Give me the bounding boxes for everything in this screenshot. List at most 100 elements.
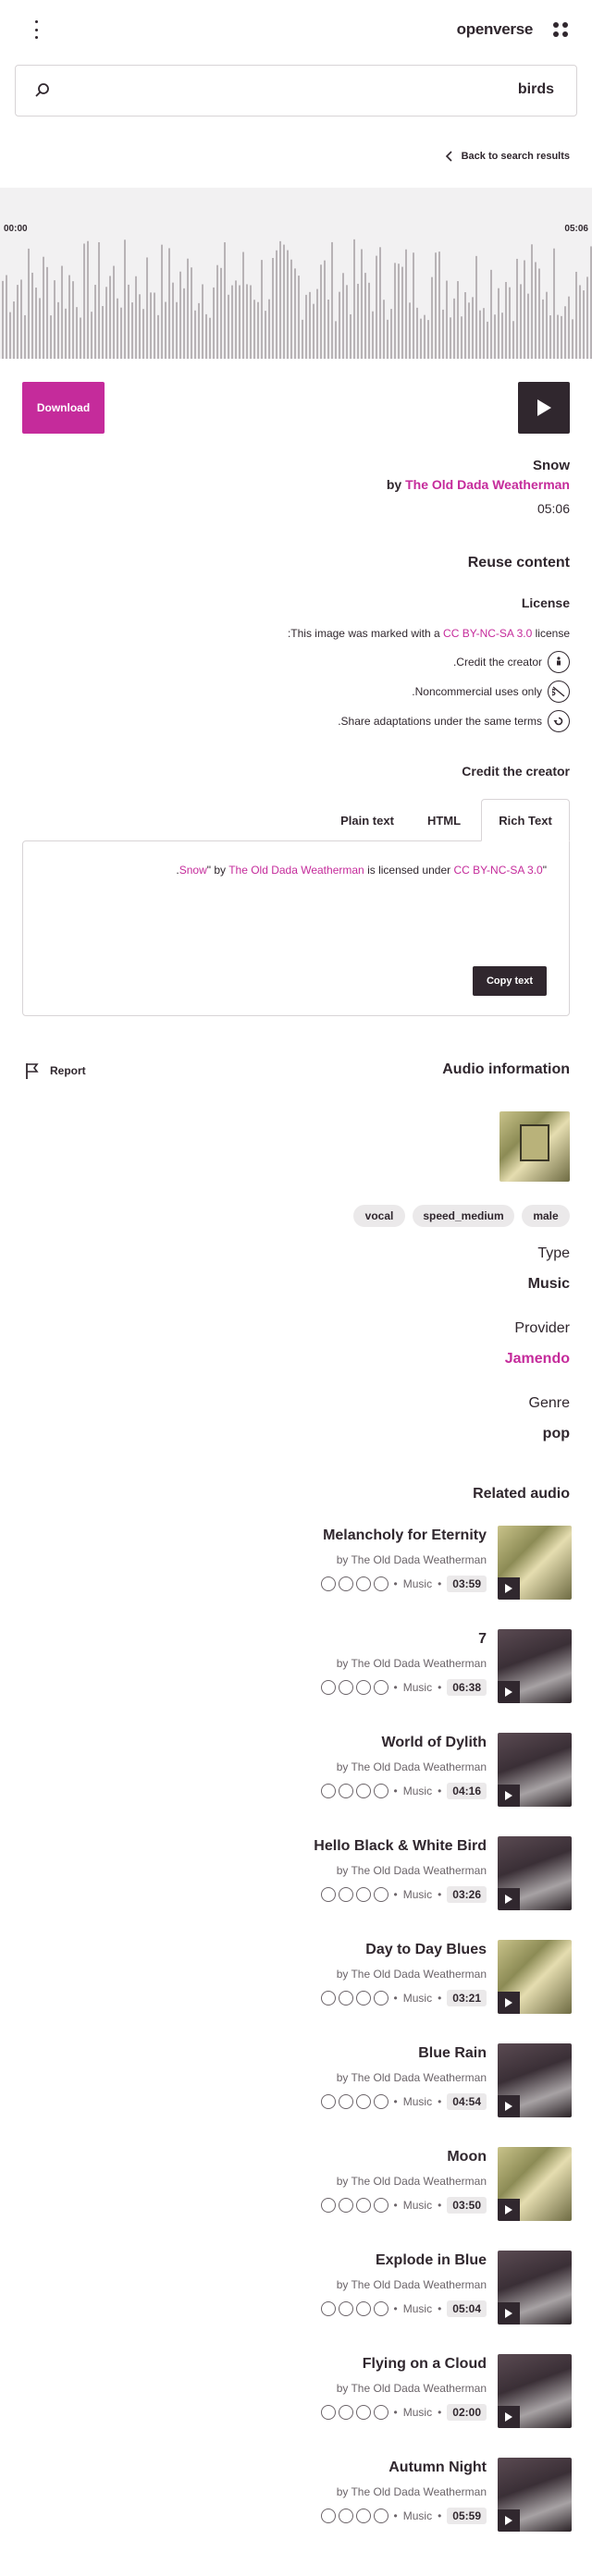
by-icon xyxy=(355,1991,371,2006)
waveform-bar xyxy=(131,302,133,359)
related-play-button[interactable] xyxy=(498,1681,520,1703)
waveform-bar xyxy=(438,251,440,359)
license-link[interactable]: CC BY-NC-SA 3.0 xyxy=(443,627,532,640)
credit-panel: " Snow" by The Old Dada Weatherman is lic… xyxy=(22,840,570,1016)
credit-license-link[interactable]: CC BY-NC-SA 3.0 xyxy=(453,864,542,877)
related-title[interactable]: Moon xyxy=(447,2149,487,2165)
provider-label: Provider xyxy=(514,1320,570,1336)
tag-vocal[interactable]: vocal xyxy=(353,1205,405,1227)
waveform-bar xyxy=(235,280,237,359)
provider-link[interactable]: Jamendo xyxy=(505,1351,570,1368)
related-audio-item[interactable]: Melancholy for Eternity by The Old Dada W… xyxy=(305,1526,572,1600)
search-icon[interactable] xyxy=(34,82,51,104)
condition-by: Credit the creator. xyxy=(453,651,570,673)
related-thumbnail xyxy=(498,2043,572,2117)
separator: • xyxy=(438,2302,442,2315)
credit-artist-link[interactable]: The Old Dada Weatherman xyxy=(228,864,364,877)
waveform-bar xyxy=(313,303,314,359)
related-title[interactable]: Autumn Night xyxy=(388,2459,487,2476)
related-audio-item[interactable]: Moon by The Old Dada Weatherman • Music • 03:… xyxy=(305,2147,572,2221)
tab-plain-text[interactable]: Plain text xyxy=(327,799,407,841)
waveform-bar xyxy=(283,244,285,359)
waveform-bar xyxy=(546,291,548,359)
related-meta: • Music • 05:04 xyxy=(320,2300,487,2317)
related-audio-item[interactable]: Explode in Blue by The Old Dada Weatherma… xyxy=(305,2251,572,2325)
waveform-bar xyxy=(472,297,474,359)
waveform-bar xyxy=(498,288,500,359)
waveform-bar xyxy=(35,288,37,359)
waveform-player[interactable] xyxy=(0,188,592,359)
related-play-button[interactable] xyxy=(498,2302,520,2325)
search-bar[interactable]: birds xyxy=(15,65,577,117)
play-icon xyxy=(505,1998,512,2007)
separator: • xyxy=(438,2406,442,2419)
waveform-bar xyxy=(501,313,503,359)
tab-rich-text[interactable]: Rich Text xyxy=(481,799,570,841)
report-button[interactable]: Report xyxy=(24,1061,86,1080)
tag-male[interactable]: male xyxy=(522,1205,570,1227)
artist-link[interactable]: The Old Dada Weatherman xyxy=(405,477,570,492)
waveform-bar xyxy=(542,299,544,359)
copy-text-button[interactable]: Copy text xyxy=(473,966,547,996)
search-input[interactable]: birds xyxy=(518,81,554,98)
related-play-button[interactable] xyxy=(498,1785,520,1807)
related-title[interactable]: 7 xyxy=(478,1631,487,1648)
play-button[interactable] xyxy=(518,382,570,434)
related-play-button[interactable] xyxy=(498,2199,520,2221)
related-title[interactable]: Hello Black & White Bird xyxy=(314,1838,487,1855)
related-byline: by The Old Dada Weatherman xyxy=(336,1657,487,1670)
nc-icon xyxy=(338,2301,353,2316)
nc-icon xyxy=(338,2198,353,2213)
waveform-bar xyxy=(161,244,163,359)
waveform-bar xyxy=(287,250,289,359)
related-audio-item[interactable]: Autumn Night by The Old Dada Weatherman • M… xyxy=(305,2458,572,2532)
condition-sa: Share adaptations under the same terms. xyxy=(338,710,570,732)
related-audio-item[interactable]: Hello Black & White Bird by The Old Dada … xyxy=(305,1836,572,1910)
related-play-button[interactable] xyxy=(498,2509,520,2532)
openverse-logo[interactable]: openverse xyxy=(457,20,534,39)
related-byline: by The Old Dada Weatherman xyxy=(336,1760,487,1773)
waveform-bar xyxy=(191,267,192,359)
waveform-bar xyxy=(390,309,392,359)
related-play-button[interactable] xyxy=(498,1992,520,2014)
related-title[interactable]: Blue Rain xyxy=(418,2045,487,2062)
download-button[interactable]: Download xyxy=(22,382,105,434)
separator: • xyxy=(393,1577,398,1590)
waveform-bar xyxy=(105,287,107,359)
separator: • xyxy=(393,2095,398,2108)
related-audio-item[interactable]: Blue Rain by The Old Dada Weatherman • Musi… xyxy=(305,2043,572,2117)
related-title[interactable]: Explode in Blue xyxy=(376,2252,487,2269)
related-thumbnail xyxy=(498,2251,572,2325)
related-audio-item[interactable]: Flying on a Cloud by The Old Dada Weather… xyxy=(305,2354,572,2428)
related-meta: • Music • 05:59 xyxy=(320,2508,487,2524)
separator: • xyxy=(438,1577,442,1590)
related-title[interactable]: Melancholy for Eternity xyxy=(323,1527,487,1544)
related-audio-item[interactable]: Day to Day Blues by The Old Dada Weatherm… xyxy=(305,1940,572,2014)
nc-icon: $ xyxy=(548,681,570,703)
related-title[interactable]: Flying on a Cloud xyxy=(363,2356,487,2373)
track-byline: by The Old Dada Weatherman xyxy=(387,477,570,492)
separator: • xyxy=(393,1681,398,1694)
related-play-button[interactable] xyxy=(498,2095,520,2117)
credit-title-link[interactable]: Snow xyxy=(179,864,207,877)
related-byline: by The Old Dada Weatherman xyxy=(336,2278,487,2291)
waveform-bar xyxy=(253,300,255,359)
related-audio-item[interactable]: World of Dylith by The Old Dada Weatherma… xyxy=(305,1733,572,1807)
back-to-results-link[interactable]: Back to search results xyxy=(445,150,570,163)
tab-html[interactable]: HTML xyxy=(414,799,474,841)
cc-icon xyxy=(320,1887,336,1902)
menu-icon[interactable] xyxy=(33,20,39,39)
tag-speed-medium[interactable]: speed_medium xyxy=(413,1205,514,1227)
related-play-button[interactable] xyxy=(498,1888,520,1910)
related-audio-item[interactable]: 7 by The Old Dada Weatherman • Music • 06:38 xyxy=(305,1629,572,1703)
related-play-button[interactable] xyxy=(498,1577,520,1600)
waveform-bar xyxy=(364,273,366,359)
play-icon xyxy=(505,2412,512,2422)
waveform-bar xyxy=(527,293,529,359)
waveform-bar xyxy=(405,249,407,359)
related-title[interactable]: Day to Day Blues xyxy=(365,1942,487,1958)
brand-grid-icon[interactable] xyxy=(553,22,568,37)
related-play-button[interactable] xyxy=(498,2406,520,2428)
related-title[interactable]: World of Dylith xyxy=(382,1735,487,1751)
waveform[interactable] xyxy=(0,188,592,359)
